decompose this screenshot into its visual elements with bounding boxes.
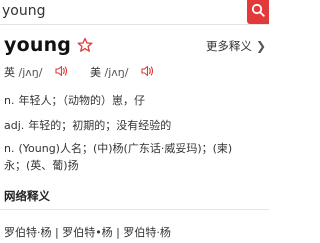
more-definitions-link[interactable]: 更多释义 ❯ bbox=[206, 38, 266, 54]
more-definitions-label: 更多释义 bbox=[205, 39, 252, 53]
definition-item: n. (Young)人名；(中)杨(广东话·威妥玛)；(柬) bbox=[4, 141, 232, 157]
speaker-icon[interactable] bbox=[55, 65, 69, 77]
phonetic-us-label: 美 bbox=[90, 66, 101, 79]
definition-item: adj. 年轻的；初期的；没有经验的 bbox=[4, 118, 171, 134]
web-definitions-title: 网络释义 bbox=[4, 189, 50, 203]
part-of-speech: n. bbox=[4, 142, 15, 155]
phonetic-us: 美 /jʌŋ/ bbox=[90, 64, 128, 80]
part-of-speech: n. bbox=[4, 94, 15, 107]
definition-text: 年轻的；初期的；没有经验的 bbox=[28, 119, 172, 132]
definition-text: 永；(英、葡)扬 bbox=[4, 159, 79, 172]
chevron-right-icon: ❯ bbox=[255, 39, 266, 53]
phonetic-uk-ipa: /jʌŋ/ bbox=[18, 66, 43, 79]
search-button[interactable] bbox=[247, 0, 269, 24]
definition-text: 年轻人；（动物的）崽，仔 bbox=[18, 94, 145, 107]
word-header: young 更多释义 ❯ bbox=[4, 34, 266, 58]
headword: young bbox=[4, 34, 72, 56]
web-definitions-line: 罗伯特·杨 | 罗伯特•杨 | 罗伯特·杨 bbox=[4, 226, 171, 239]
search-bar bbox=[0, 0, 269, 25]
definition-text: (Young)人名；(中)杨(广东话·威妥玛)；(柬) bbox=[18, 142, 233, 155]
definition-item-continued: 永；(英、葡)扬 bbox=[4, 158, 79, 174]
speaker-icon[interactable] bbox=[141, 65, 155, 77]
phonetic-us-ipa: /jʌŋ/ bbox=[104, 66, 129, 79]
phonetic-uk-label: 英 bbox=[4, 66, 15, 79]
part-of-speech: adj. bbox=[4, 119, 25, 132]
definition-item: n. 年轻人；（动物的）崽，仔 bbox=[4, 93, 145, 109]
search-input[interactable] bbox=[2, 0, 242, 22]
phonetic-uk: 英 /jʌŋ/ bbox=[4, 64, 42, 80]
star-icon[interactable] bbox=[77, 37, 93, 53]
search-icon bbox=[251, 3, 265, 17]
divider bbox=[0, 209, 269, 210]
